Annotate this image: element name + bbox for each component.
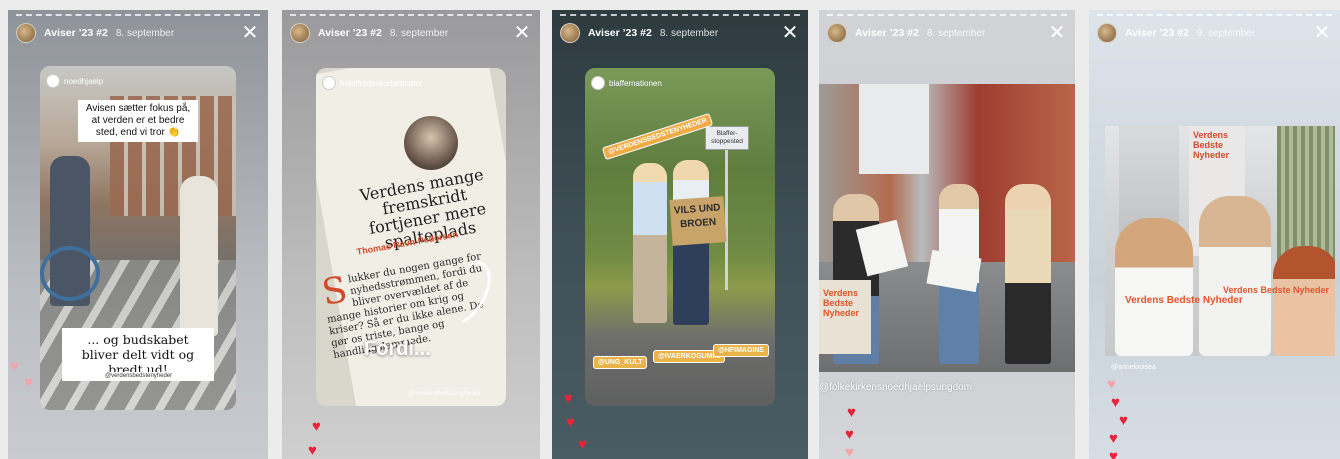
person-image	[1005, 184, 1051, 364]
mention[interactable]: @verdensbedstenyheder	[102, 372, 176, 380]
progress-bar	[290, 14, 532, 16]
story-card-5[interactable]: Aviser ’23 #2 9. september ✕ Verdens Bed…	[1089, 10, 1340, 459]
tag-avatar	[322, 76, 336, 90]
story-date: 8. september	[926, 27, 986, 39]
caption-top: Avisen sætter fokus på, at verden er et …	[78, 100, 198, 142]
story-photo[interactable]: Blaffer-stoppested VILS UND BROEN blaffe…	[585, 68, 775, 406]
avatar[interactable]	[290, 23, 310, 43]
avatar[interactable]	[827, 23, 847, 43]
sky-image	[859, 84, 929, 174]
story-photo[interactable]: noedhjaelp Avisen sætter fokus på, at ve…	[40, 66, 236, 410]
account-name[interactable]: Aviser ’23 #2	[318, 27, 382, 39]
mention[interactable]: @annelouisea	[1111, 364, 1156, 371]
heart-icon: ♥	[24, 374, 33, 391]
story-card-1[interactable]: Aviser ’23 #2 8. september ✕ noedhjaelp …	[8, 10, 268, 459]
avatar[interactable]	[16, 23, 36, 43]
location-tag[interactable]: noedhjaelp	[46, 74, 103, 88]
tag-label: noedhjaelp	[64, 76, 104, 86]
close-icon[interactable]: ✕	[1312, 23, 1332, 43]
story-card-4[interactable]: Aviser ’23 #2 8. september ✕ Verdens Bed…	[819, 10, 1075, 459]
close-icon[interactable]: ✕	[780, 23, 800, 43]
overlay-text: Fordi...	[364, 338, 431, 360]
story-header: Aviser ’23 #2 8. september ✕	[16, 22, 260, 44]
person-image	[1273, 246, 1335, 356]
tag-label: hotelfrederiksdalsinatur	[340, 78, 423, 88]
tote-bag: Verdens Bedste Nyheder	[819, 280, 871, 354]
woman-image	[180, 176, 218, 336]
heart-icon: ♥	[312, 418, 321, 435]
account-name[interactable]: Aviser ’23 #2	[588, 27, 652, 39]
story-header: Aviser ’23 #2 9. september ✕	[1097, 22, 1332, 44]
heart-icon: ♥	[1111, 394, 1120, 411]
mention-sticker[interactable]: @HFIMAGINE	[713, 344, 770, 357]
mention-sticker[interactable]: @VERDENSBEDSTENYHEDER	[601, 112, 714, 161]
account-name[interactable]: Aviser ’23 #2	[44, 27, 108, 39]
cardboard-sign: VILS UND BROEN	[669, 196, 727, 246]
progress-bar	[827, 14, 1067, 16]
heart-icon: ♥	[1119, 412, 1128, 429]
heart-icon: ♥	[10, 358, 19, 375]
heart-icon: ♥	[566, 414, 575, 431]
story-date: 8. september	[659, 27, 719, 39]
heart-icon: ♥	[1109, 448, 1118, 459]
location-tag[interactable]: hotelfrederiksdalsinatur	[322, 76, 423, 90]
person-image	[633, 163, 667, 323]
heart-icon: ♥	[308, 442, 317, 459]
tag-label: blaffernationen	[609, 78, 662, 88]
stories-strip: Aviser ’23 #2 8. september ✕ noedhjaelp …	[0, 0, 1340, 459]
mention-sticker[interactable]: @UNG_KULT	[593, 356, 648, 369]
progress-bar	[16, 14, 260, 16]
story-date: 8. september	[389, 27, 449, 39]
heart-icon: ♥	[564, 390, 573, 407]
location-tag[interactable]: blaffernationen	[591, 76, 662, 90]
story-photo[interactable]: Verdens Bedste Nyheder Verdens Bedste Ny…	[1105, 126, 1335, 356]
portrait-image	[404, 116, 458, 170]
heart-icon: ♥	[845, 444, 854, 459]
story-header: Aviser ’23 #2 8. september ✕	[560, 22, 800, 44]
account-name[interactable]: Aviser ’23 #2	[1125, 27, 1189, 39]
tag-avatar	[591, 76, 605, 90]
sign-pole	[725, 150, 728, 290]
close-icon[interactable]: ✕	[1047, 23, 1067, 43]
story-card-2[interactable]: Aviser ’23 #2 8. september ✕ Verdens man…	[282, 10, 540, 459]
story-photo[interactable]: Verdens mange fremskridt fortjener mere …	[316, 68, 506, 406]
close-icon[interactable]: ✕	[240, 23, 260, 43]
dropcap: S	[318, 269, 351, 314]
heart-icon: ♥	[1109, 430, 1118, 447]
story-date: 8. september	[115, 27, 175, 39]
shirt-text: Verdens Bedste Nyheder	[1223, 285, 1330, 295]
heart-icon: ♥	[578, 436, 587, 453]
story-photo[interactable]: Verdens Bedste Nyheder	[819, 84, 1075, 372]
person-image	[1199, 196, 1271, 356]
bicycle-image	[40, 246, 100, 301]
avatar[interactable]	[1097, 23, 1117, 43]
close-icon[interactable]: ✕	[512, 23, 532, 43]
mention[interactable]: @folkekirkensnoedhjaelpsungdom	[819, 382, 972, 393]
story-date: 9. september	[1196, 27, 1256, 39]
heart-icon: ♥	[847, 404, 856, 421]
tag-avatar	[46, 74, 60, 88]
progress-bar	[1097, 14, 1332, 16]
account-name[interactable]: Aviser ’23 #2	[855, 27, 919, 39]
person-image	[1115, 218, 1193, 356]
hitchhike-sign: Blaffer-stoppested	[705, 126, 749, 150]
heart-icon: ♥	[1107, 376, 1116, 393]
story-header: Aviser ’23 #2 8. september ✕	[290, 22, 532, 44]
mention[interactable]: @verdensbedstenyheder	[408, 390, 481, 397]
progress-bar	[560, 14, 800, 16]
story-card-3[interactable]: Aviser ’23 #2 8. september ✕ Blaffer-sto…	[552, 10, 808, 459]
story-header: Aviser ’23 #2 8. september ✕	[827, 22, 1067, 44]
avatar[interactable]	[560, 23, 580, 43]
heart-icon: ♥	[845, 426, 854, 443]
shirt-text: Verdens Bedste Nyheder	[1125, 295, 1243, 306]
